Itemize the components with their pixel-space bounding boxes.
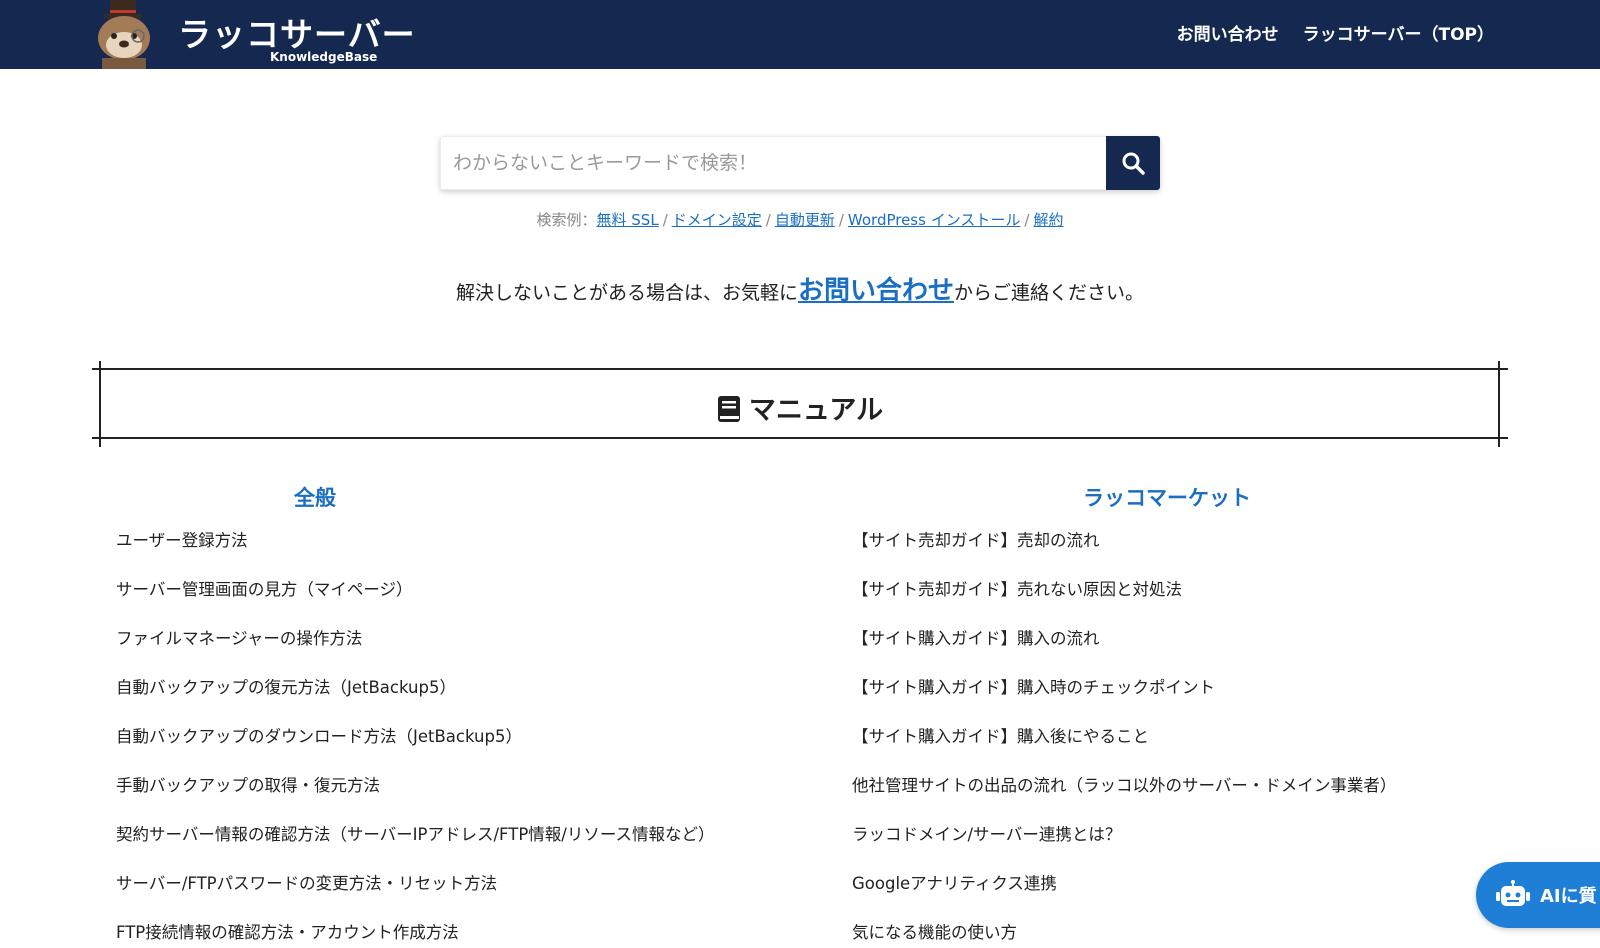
- list-item[interactable]: 【サイト売却ガイド】売れない原因と対処法: [852, 565, 1472, 614]
- list-item[interactable]: 自動バックアップのダウンロード方法（JetBackup5）: [116, 712, 736, 761]
- search-input[interactable]: [440, 136, 1106, 190]
- site-header: ラッコサーバー KnowledgeBase お問い合わせ ラッコサーバー（TOP…: [0, 0, 1600, 69]
- contact-message: 解決しないことがある場合は、お気軽にお問い合わせからご連絡ください。: [0, 270, 1600, 307]
- market-list: 【サイト売却ガイド】売却の流れ 【サイト売却ガイド】売れない原因と対処法 【サイ…: [852, 516, 1472, 948]
- divider: [92, 368, 1508, 370]
- list-item[interactable]: 【サイト購入ガイド】購入時のチェックポイント: [852, 663, 1472, 712]
- column-heading-general[interactable]: 全般: [0, 482, 630, 516]
- example-link-wordpress[interactable]: WordPress インストール: [848, 211, 1021, 229]
- search-examples-label: 検索例：: [536, 211, 597, 229]
- example-link-ssl[interactable]: 無料 SSL: [597, 211, 659, 229]
- separator: /: [765, 211, 771, 229]
- separator: /: [662, 211, 668, 229]
- logo-subtitle: KnowledgeBase: [270, 50, 378, 64]
- separator: /: [838, 211, 844, 229]
- ai-chat-button[interactable]: AIに質: [1476, 862, 1600, 928]
- contact-text-before: 解決しないことがある場合は、お気軽に: [455, 282, 798, 304]
- list-item[interactable]: ラッコドメイン/サーバー連携とは？: [852, 810, 1472, 859]
- list-item[interactable]: 【サイト売却ガイド】売却の流れ: [852, 516, 1472, 565]
- search-examples: 検索例：無料 SSL / ドメイン設定 / 自動更新 / WordPress インストール /…: [0, 209, 1600, 230]
- list-item[interactable]: 【サイト購入ガイド】購入後にやること: [852, 712, 1472, 761]
- list-item[interactable]: 他社管理サイトの出品の流れ（ラッコ以外のサーバー・ドメイン事業者）: [852, 761, 1472, 810]
- otter-mascot-icon: [98, 0, 150, 69]
- general-list: ユーザー登録方法 サーバー管理画面の見方（マイページ） ファイルマネージャーの操…: [116, 516, 736, 948]
- divider: [92, 437, 1508, 439]
- list-item[interactable]: 気になる機能の使い方: [852, 908, 1472, 948]
- logo-title: ラッコサーバー: [178, 15, 416, 54]
- list-item[interactable]: ファイルマネージャーの操作方法: [116, 614, 736, 663]
- section-title: マニュアル: [92, 388, 1508, 427]
- robot-icon: [1496, 880, 1530, 906]
- nav-top-link[interactable]: ラッコサーバー（TOP）: [1303, 20, 1494, 45]
- contact-text-after: からご連絡ください。: [954, 282, 1145, 304]
- search-bar: [440, 136, 1160, 190]
- contact-link[interactable]: お問い合わせ: [798, 276, 954, 306]
- list-item[interactable]: Googleアナリティクス連携: [852, 859, 1472, 908]
- search-button[interactable]: [1106, 136, 1160, 190]
- nav-contact-link[interactable]: お問い合わせ: [1177, 20, 1279, 45]
- column-general: 全般 ユーザー登録方法 サーバー管理画面の見方（マイページ） ファイルマネージャ…: [116, 482, 736, 948]
- section-title-text: マニュアル: [748, 395, 884, 426]
- column-heading-market[interactable]: ラッコマーケット: [852, 482, 1482, 516]
- header-nav: お問い合わせ ラッコサーバー（TOP）: [1177, 20, 1494, 45]
- list-item[interactable]: 契約サーバー情報の確認方法（サーバーIPアドレス/FTP情報/リソース情報など）: [116, 810, 736, 859]
- example-link-domain[interactable]: ドメイン設定: [672, 211, 762, 229]
- column-market: ラッコマーケット 【サイト売却ガイド】売却の流れ 【サイト売却ガイド】売れない原…: [852, 482, 1472, 948]
- manual-section-header: マニュアル: [92, 361, 1508, 448]
- list-item[interactable]: ユーザー登録方法: [116, 516, 736, 565]
- list-item[interactable]: サーバー/FTPパスワードの変更方法・リセット方法: [116, 859, 736, 908]
- list-item[interactable]: 自動バックアップの復元方法（JetBackup5）: [116, 663, 736, 712]
- example-link-cancel[interactable]: 解約: [1033, 211, 1063, 229]
- search-icon: [1122, 152, 1145, 175]
- site-logo[interactable]: ラッコサーバー KnowledgeBase: [94, 0, 415, 69]
- list-item[interactable]: 【サイト購入ガイド】購入の流れ: [852, 614, 1472, 663]
- ai-chat-label: AIに質: [1540, 886, 1597, 907]
- book-icon: [717, 396, 740, 422]
- list-item[interactable]: サーバー管理画面の見方（マイページ）: [116, 565, 736, 614]
- list-item[interactable]: FTP接続情報の確認方法・アカウント作成方法: [116, 908, 736, 948]
- separator: /: [1024, 211, 1030, 229]
- example-link-autorenew[interactable]: 自動更新: [775, 211, 835, 229]
- list-item[interactable]: 手動バックアップの取得・復元方法: [116, 761, 736, 810]
